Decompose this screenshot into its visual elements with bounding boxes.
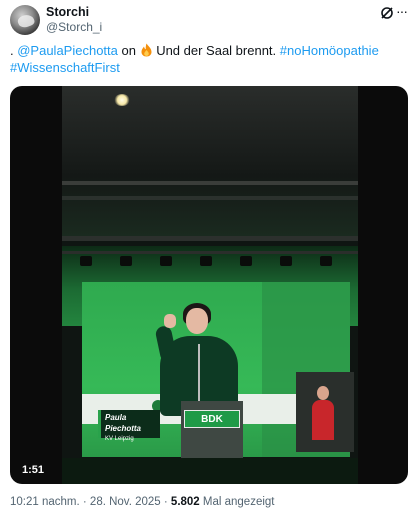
avatar[interactable] bbox=[10, 5, 40, 35]
handle[interactable]: @Storch_i bbox=[46, 20, 102, 34]
tweet-date[interactable]: 28. Nov. 2025 bbox=[90, 496, 161, 508]
hashtag-wissenschaftfirst[interactable]: #WissenschaftFirst bbox=[10, 60, 120, 75]
hashtag-nohomoeopathie[interactable]: #noHomöopathie bbox=[280, 43, 379, 58]
tweet-text: . @PaulaPiechotta on Und der Saal brennt… bbox=[10, 42, 402, 76]
text-body: Und der Saal brennt. bbox=[152, 43, 280, 58]
video-frame: BDK Paula Piechotta KV Leipzig bbox=[62, 86, 358, 484]
speaker-subtitle: KV Leipzig bbox=[105, 436, 134, 442]
more-icon[interactable]: ··· bbox=[396, 4, 408, 18]
text-on: on bbox=[117, 43, 140, 58]
microphone bbox=[198, 344, 200, 404]
display-name[interactable]: Storchi bbox=[46, 5, 89, 19]
meta-separator: · bbox=[160, 496, 171, 508]
grok-icon[interactable] bbox=[380, 6, 394, 20]
sign-language-interpreter bbox=[296, 372, 354, 452]
fire-icon bbox=[141, 43, 152, 57]
mention-link[interactable]: @PaulaPiechotta bbox=[17, 43, 118, 58]
views-label: Mal angezeigt bbox=[199, 496, 275, 508]
video-duration: 1:51 bbox=[22, 464, 45, 476]
tweet-meta: 10:21 nachm. · 28. Nov. 2025 · 5.802 Mal… bbox=[10, 496, 275, 508]
views-count: 5.802 bbox=[170, 496, 200, 508]
meta-separator: · bbox=[79, 496, 90, 508]
lectern-sign: BDK bbox=[184, 410, 240, 428]
spotlight bbox=[114, 94, 130, 106]
tweet-time[interactable]: 10:21 nachm. bbox=[10, 496, 80, 508]
speaker-name-plate: Paula Piechotta KV Leipzig bbox=[98, 410, 160, 442]
speaker-name: Paula Piechotta bbox=[105, 413, 142, 433]
video-player[interactable]: BDK Paula Piechotta KV Leipzig 1:51 bbox=[10, 86, 408, 484]
tweet-card: Storchi @Storch_i ··· . @PaulaPiechotta … bbox=[0, 0, 410, 511]
